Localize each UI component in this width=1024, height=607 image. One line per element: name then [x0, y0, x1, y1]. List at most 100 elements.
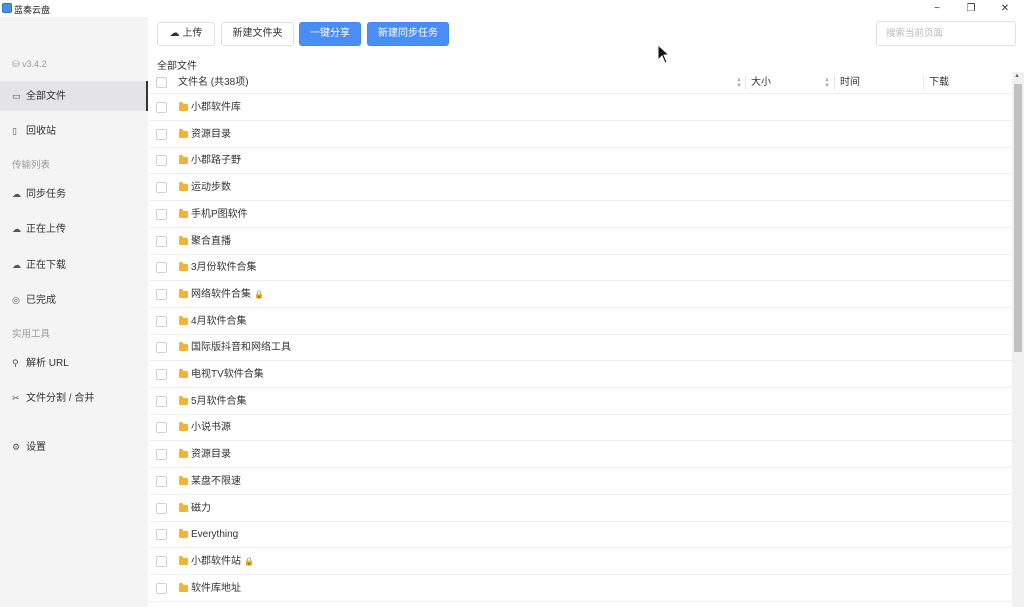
- column-divider[interactable]: [834, 76, 835, 90]
- row-checkbox[interactable]: [156, 342, 167, 354]
- folder-icon: [179, 502, 188, 512]
- file-name[interactable]: 软件库地址: [191, 575, 241, 602]
- table-row[interactable]: 小郡软件库: [149, 94, 1012, 121]
- scroll-up-icon[interactable]: ▲: [1014, 73, 1020, 79]
- column-divider[interactable]: [745, 76, 746, 90]
- row-checkbox[interactable]: [156, 155, 167, 167]
- sidebar-item-sync-tasks[interactable]: ☁ 同步任务: [0, 179, 148, 209]
- new-folder-button[interactable]: 新建文件夹: [221, 22, 294, 46]
- minimize-button[interactable]: −: [920, 0, 954, 17]
- row-checkbox[interactable]: [156, 555, 167, 567]
- sidebar-item-all-files[interactable]: ▭ 全部文件: [0, 81, 148, 111]
- cloud-upload-icon: ☁: [12, 224, 21, 234]
- file-name[interactable]: 小郡路子野: [191, 147, 241, 174]
- file-name[interactable]: 某盘不限速: [191, 468, 241, 495]
- table-row[interactable]: 聚合直播: [149, 228, 1012, 255]
- file-name[interactable]: 资源目录: [191, 121, 231, 148]
- sidebar-item-recycle-bin[interactable]: ▯ 回收站: [0, 116, 148, 146]
- table-row[interactable]: 3月份软件合集: [149, 254, 1012, 282]
- folder-icon: [179, 369, 188, 378]
- table-row[interactable]: 手机P图软件: [149, 201, 1012, 228]
- row-checkbox[interactable]: [156, 182, 167, 194]
- row-checkbox[interactable]: [156, 262, 167, 274]
- row-checkbox[interactable]: [156, 102, 167, 113]
- column-header-size[interactable]: 大小: [751, 72, 771, 94]
- row-checkbox[interactable]: [156, 422, 167, 434]
- sidebar-item-completed[interactable]: ◎ 已完成: [0, 285, 148, 315]
- sidebar-item-split-merge[interactable]: ✂ 文件分割 / 合并: [0, 383, 148, 413]
- file-name[interactable]: 网络软件合集 🔒: [191, 281, 264, 308]
- row-checkbox[interactable]: [156, 395, 167, 407]
- file-name[interactable]: 小说书源: [191, 414, 231, 441]
- folder-icon: [179, 128, 188, 138]
- scrollbar-thumb[interactable]: [1014, 84, 1022, 352]
- file-name[interactable]: Everything: [191, 521, 238, 548]
- file-name[interactable]: 小郡软件站 🔒: [191, 548, 254, 575]
- share-button[interactable]: 一键分享: [299, 22, 361, 46]
- row-checkbox[interactable]: [156, 475, 167, 487]
- file-name[interactable]: 5月软件合集: [191, 388, 247, 415]
- row-checkbox[interactable]: [156, 502, 167, 514]
- file-name[interactable]: 国际版抖音和网络工具: [191, 334, 291, 361]
- file-name[interactable]: 资源目录: [191, 441, 231, 468]
- folder-icon: [179, 422, 188, 432]
- sidebar-item-uploading[interactable]: ☁ 正在上传: [0, 214, 148, 244]
- table-row[interactable]: 某盘不限速: [149, 468, 1012, 495]
- table-row[interactable]: 国际版抖音和网络工具: [149, 334, 1012, 362]
- row-checkbox[interactable]: [156, 529, 167, 541]
- package-icon: ⛁: [12, 59, 20, 69]
- folder-icon: [179, 262, 188, 272]
- row-checkbox[interactable]: [156, 235, 167, 247]
- sidebar-item-settings[interactable]: ⚙ 设置: [0, 432, 148, 462]
- file-name[interactable]: 磁力: [191, 495, 211, 522]
- table-row[interactable]: 4月软件合集: [149, 308, 1012, 335]
- lock-icon: 🔒: [244, 556, 254, 566]
- column-divider[interactable]: [923, 76, 924, 90]
- upload-button[interactable]: ☁ 上传: [157, 22, 215, 46]
- row-checkbox[interactable]: [156, 449, 167, 461]
- vertical-scrollbar[interactable]: ▲: [1012, 72, 1024, 607]
- table-row[interactable]: 5月软件合集: [149, 388, 1012, 415]
- file-name[interactable]: 手机P图软件: [191, 201, 248, 228]
- close-button[interactable]: ✕: [988, 0, 1022, 17]
- table-row[interactable]: 网络软件合集 🔒: [149, 281, 1012, 308]
- sidebar-item-parse-url[interactable]: ⚲ 解析 URL: [0, 348, 148, 378]
- row-checkbox[interactable]: [156, 582, 167, 594]
- table-row[interactable]: 磁力: [149, 495, 1012, 522]
- table-row[interactable]: 资源目录: [149, 441, 1012, 469]
- table-row[interactable]: 小郡软件站 🔒: [149, 548, 1012, 575]
- table-row[interactable]: 软件库地址: [149, 575, 1012, 602]
- file-name[interactable]: 电视TV软件合集: [191, 361, 264, 388]
- file-name[interactable]: 4月软件合集: [191, 308, 247, 335]
- table-header: 文件名 (共38项) ▲ ▼ 大小 ▲ ▼ 时间 下载: [149, 72, 1012, 94]
- row-checkbox[interactable]: [156, 208, 167, 220]
- new-sync-task-button[interactable]: 新建同步任务: [367, 22, 449, 46]
- sort-size-icon[interactable]: ▲ ▼: [824, 77, 830, 89]
- table-row[interactable]: Everything: [149, 521, 1012, 549]
- table-row[interactable]: 小说书源: [149, 414, 1012, 442]
- table-row[interactable]: 小郡路子野: [149, 147, 1012, 175]
- file-table: 文件名 (共38项) ▲ ▼ 大小 ▲ ▼ 时间 下载 小郡软件库 资源目录 小郡路子野…: [149, 72, 1012, 607]
- file-name[interactable]: 3月份软件合集: [191, 254, 257, 281]
- sort-name-icon[interactable]: ▲ ▼: [736, 77, 742, 89]
- file-name[interactable]: 聚合直播: [191, 228, 231, 255]
- select-all-checkbox[interactable]: [156, 77, 167, 88]
- table-row[interactable]: 电视TV软件合集: [149, 361, 1012, 388]
- row-checkbox[interactable]: [156, 128, 167, 140]
- row-checkbox[interactable]: [156, 369, 167, 380]
- sync-icon: ☁: [12, 189, 21, 199]
- search-input[interactable]: [876, 21, 1016, 46]
- column-header-time[interactable]: 时间: [840, 72, 860, 94]
- sidebar-item-downloading[interactable]: ☁ 正在下载: [0, 250, 148, 280]
- folder-icon: [179, 449, 188, 459]
- row-checkbox[interactable]: [156, 288, 167, 300]
- file-name[interactable]: 运动步数: [191, 174, 231, 201]
- column-header-name[interactable]: 文件名 (共38项): [178, 72, 249, 94]
- file-name[interactable]: 小郡软件库: [191, 94, 241, 121]
- maximize-button[interactable]: ❐: [954, 0, 988, 17]
- column-header-download[interactable]: 下载: [929, 72, 949, 94]
- table-row[interactable]: 运动步数: [149, 174, 1012, 202]
- cloud-upload-icon: ☁: [169, 28, 180, 39]
- row-checkbox[interactable]: [156, 315, 167, 327]
- table-row[interactable]: 资源目录: [149, 121, 1012, 148]
